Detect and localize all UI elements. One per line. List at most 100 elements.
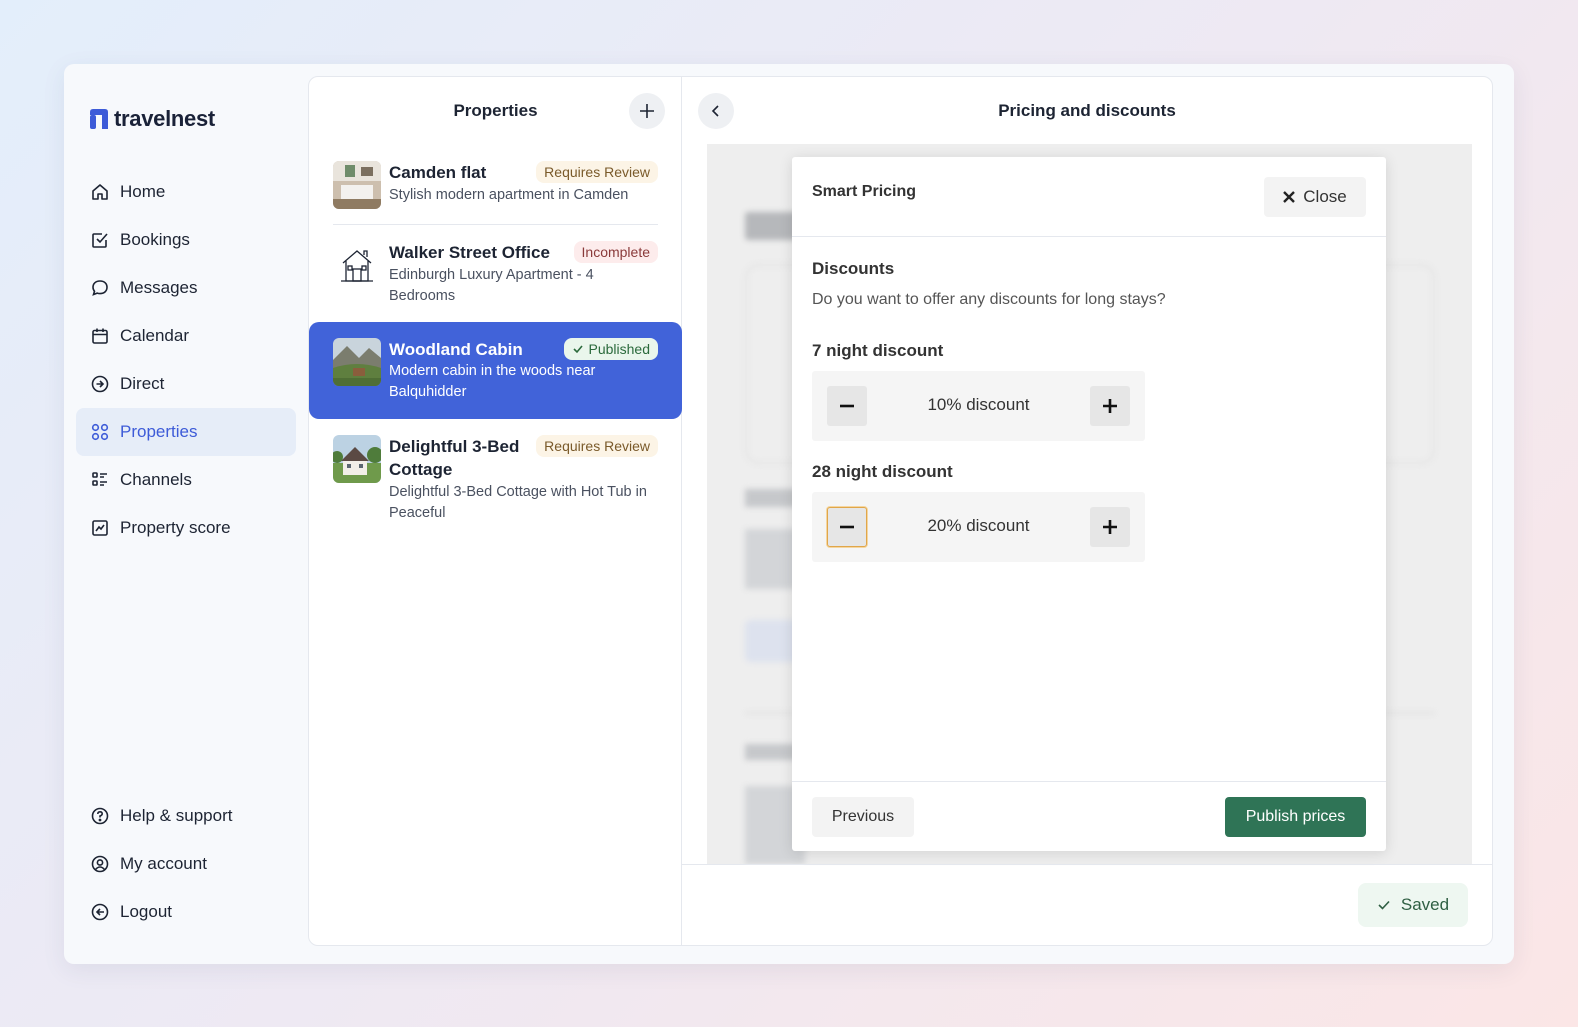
chart-icon — [92, 520, 108, 536]
status-badge: Requires Review — [536, 161, 658, 183]
add-property-button[interactable] — [629, 93, 665, 129]
property-thumbnail — [333, 435, 381, 483]
nav-item-my-account[interactable]: My account — [76, 840, 296, 888]
property-description: Modern cabin in the woods near Balquhidd… — [389, 363, 596, 400]
nav-item-help[interactable]: Help & support — [76, 792, 296, 840]
seven-night-increment-button[interactable] — [1090, 386, 1130, 426]
main-nav: Home Bookings Messages Calendar Direct P… — [76, 168, 296, 552]
close-icon — [1283, 191, 1296, 203]
publish-prices-button[interactable]: Publish prices — [1225, 797, 1366, 837]
status-badge: Incomplete — [573, 241, 658, 263]
status-badge: Published — [563, 338, 658, 360]
nav-label: Bookings — [120, 230, 190, 249]
user-circle-icon — [91, 855, 109, 873]
property-description: Delightful 3-Bed Cottage with Hot Tub in… — [389, 484, 647, 521]
saved-indicator: Saved — [1358, 883, 1468, 927]
nav-label: Home — [120, 182, 166, 201]
property-thumbnail — [333, 338, 381, 386]
nav-item-property-score[interactable]: Property score — [76, 504, 296, 552]
status-badge: Requires Review — [536, 435, 658, 457]
status-label: Published — [588, 341, 651, 357]
previous-button[interactable]: Previous — [812, 797, 914, 837]
twenty-eight-night-value: 20% discount — [927, 516, 1030, 535]
close-label: Close — [1303, 187, 1347, 206]
nav-label: Channels — [120, 470, 192, 489]
close-button[interactable]: Close — [1264, 177, 1366, 217]
nav-label: Help & support — [120, 806, 233, 825]
property-name: Walker Street Office — [389, 243, 550, 262]
minus-icon — [840, 525, 854, 529]
properties-list: Properties Camden flat Stylish modern ap… — [309, 77, 682, 945]
property-thumbnail — [333, 241, 381, 289]
list-icon — [92, 472, 107, 486]
nav-item-channels[interactable]: Channels — [76, 456, 296, 504]
nav-item-logout[interactable]: Logout — [76, 888, 296, 936]
nav-item-calendar[interactable]: Calendar — [76, 312, 296, 360]
help-icon — [91, 807, 109, 825]
property-name: Camden flat — [389, 163, 487, 182]
smart-pricing-modal: Smart Pricing Close Discounts Do you wan… — [792, 157, 1386, 851]
app-window: travelnest Home Bookings Messages Calend… — [64, 64, 1514, 964]
twenty-eight-night-stepper: 20% discount — [812, 492, 1145, 562]
divider — [333, 224, 658, 225]
property-name: Woodland Cabin — [389, 340, 523, 359]
twenty-eight-night-label: 28 night discount — [812, 462, 953, 481]
nav-item-home[interactable]: Home — [76, 168, 296, 216]
arrow-circle-icon — [91, 375, 109, 393]
chat-bubble-icon — [92, 280, 108, 296]
nav-label: Properties — [120, 422, 198, 441]
check-icon — [1378, 900, 1390, 910]
footer-divider — [682, 864, 1492, 865]
twenty-eight-night-decrement-button[interactable] — [827, 507, 867, 547]
nav-label: Logout — [120, 902, 172, 921]
property-thumbnail — [333, 161, 381, 209]
property-card-woodland-cabin[interactable]: Woodland Cabin Modern cabin in the woods… — [309, 322, 682, 419]
check-icon — [572, 345, 583, 354]
pricing-section: Pricing and discounts Smart Pricing Clos… — [682, 77, 1492, 945]
nav-item-properties[interactable]: Properties — [76, 408, 296, 456]
nav-label: Calendar — [120, 326, 189, 345]
nav-label: My account — [120, 854, 207, 873]
property-name: Delightful 3-Bed Cottage — [389, 437, 520, 479]
brand-logo[interactable]: travelnest — [90, 106, 215, 132]
logo-icon — [90, 109, 108, 129]
discounts-heading: Discounts — [812, 259, 895, 278]
seven-night-stepper: 10% discount — [812, 371, 1145, 441]
modal-footer: Previous Publish prices — [792, 781, 1386, 851]
logout-icon — [91, 903, 109, 921]
nav-label: Property score — [120, 518, 231, 537]
nav-item-messages[interactable]: Messages — [76, 264, 296, 312]
seven-night-value: 10% discount — [927, 395, 1030, 414]
property-description: Edinburgh Luxury Apartment - 4 Bedrooms — [389, 267, 594, 304]
property-card-camden[interactable]: Camden flat Stylish modern apartment in … — [309, 161, 682, 209]
main-panel: Properties Camden flat Stylish modern ap… — [308, 76, 1493, 946]
house-icon — [341, 250, 373, 282]
property-card-delightful-cottage[interactable]: Delightful 3-Bed Cottage Delightful 3-Be… — [309, 435, 682, 525]
brand-name: travelnest — [114, 106, 215, 131]
nav-label: Direct — [120, 374, 165, 393]
modal-header: Smart Pricing Close — [792, 157, 1386, 237]
modal-title: Smart Pricing — [812, 183, 917, 200]
seven-night-decrement-button[interactable] — [827, 386, 867, 426]
plus-icon — [640, 104, 654, 118]
sidebar: travelnest Home Bookings Messages Calend… — [76, 76, 296, 952]
property-card-walker-street[interactable]: Walker Street Office Edinburgh Luxury Ap… — [309, 241, 682, 305]
plus-icon — [1103, 399, 1117, 413]
home-icon — [92, 184, 108, 200]
bottom-nav: Help & support My account Logout — [76, 792, 296, 936]
twenty-eight-night-increment-button[interactable] — [1090, 507, 1130, 547]
nav-label: Messages — [120, 278, 198, 297]
grid-icon — [91, 423, 109, 441]
seven-night-label: 7 night discount — [812, 341, 944, 360]
minus-icon — [840, 404, 854, 408]
checkbox-icon — [92, 233, 108, 248]
saved-label: Saved — [1400, 895, 1450, 914]
page-title: Pricing and discounts — [998, 101, 1176, 120]
discounts-description: Do you want to offer any discounts for l… — [812, 291, 1166, 308]
property-description: Stylish modern apartment in Camden — [389, 187, 629, 203]
plus-icon — [1103, 520, 1117, 534]
properties-title: Properties — [453, 101, 538, 120]
nav-item-bookings[interactable]: Bookings — [76, 216, 296, 264]
nav-item-direct[interactable]: Direct — [76, 360, 296, 408]
calendar-icon — [92, 328, 108, 344]
